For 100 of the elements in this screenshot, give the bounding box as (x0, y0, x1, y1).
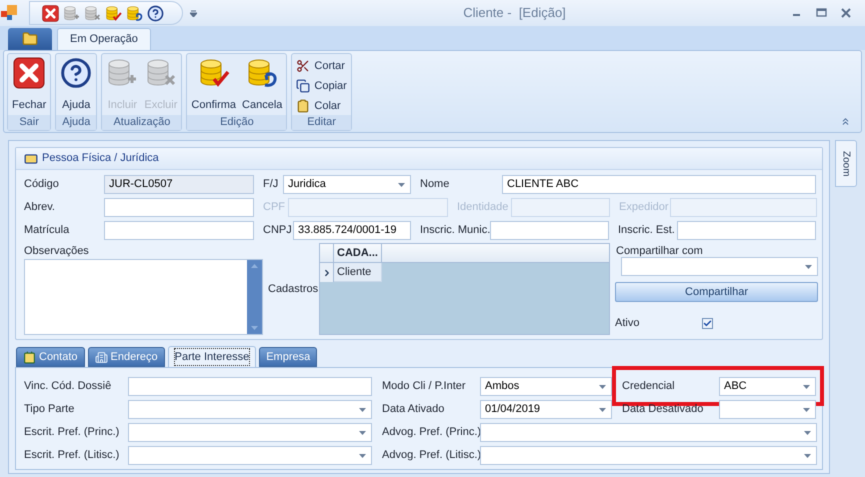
ribbon-button[interactable]: Colar (296, 97, 347, 115)
customize-toolbar-icon[interactable] (190, 10, 197, 16)
window-title: Cliente - [Edição] (463, 4, 566, 22)
ribbon-button[interactable]: Fechar (10, 57, 48, 115)
field-label: Inscric. Est. (618, 223, 675, 238)
input-field[interactable] (677, 221, 816, 240)
dropdown-caret-icon (359, 408, 366, 412)
checkbox[interactable] (702, 318, 713, 329)
dropdown-field[interactable] (719, 400, 816, 419)
input-field[interactable] (104, 198, 254, 217)
input-field[interactable]: CLIENTE ABC (502, 175, 816, 194)
field-label: Inscric. Munic. (420, 223, 490, 238)
database-check-icon[interactable] (105, 4, 122, 22)
field-label: F/J (263, 177, 278, 192)
dropdown-caret-icon (803, 384, 810, 388)
close-icon (13, 57, 46, 89)
input-field[interactable]: 33.885.724/0001-19 (293, 221, 411, 240)
column-header[interactable]: CADA... (334, 244, 382, 262)
group-title: Pessoa Física / Jurídica (42, 151, 159, 166)
field-label: Abrev. (24, 200, 55, 216)
dropdown-field[interactable] (480, 423, 817, 442)
ribbon-group-label: Editar (307, 115, 336, 130)
dropdown-field[interactable]: Juridica (283, 175, 411, 194)
dropdown-caret-icon (804, 454, 811, 458)
dropdown-field[interactable]: 01/04/2019 (480, 400, 612, 419)
field-label: Data Desativado (622, 402, 704, 418)
field-label: Credencial (622, 379, 675, 394)
scrollbar[interactable] (247, 260, 262, 334)
field-label: Escrit. Pref. (Litisc.) (24, 448, 120, 464)
field-label: Modo Cli / P.Inter (382, 379, 466, 394)
field-label: Data Ativado (382, 402, 444, 418)
dropdown-field[interactable] (128, 400, 372, 419)
dropdown-caret-icon (803, 408, 810, 412)
ribbon-group-label: Atualização (113, 115, 170, 130)
side-tab[interactable]: Zoom (835, 140, 857, 187)
database-x-icon[interactable] (84, 4, 101, 22)
field-label: CPF (263, 200, 285, 216)
field-label: Observações (24, 244, 89, 259)
dropdown-caret-icon (599, 408, 606, 412)
database-check-icon (198, 57, 230, 89)
input-field[interactable] (104, 221, 254, 240)
copy-icon (296, 79, 310, 93)
collapse-ribbon-icon[interactable] (840, 116, 851, 127)
dropdown-field[interactable]: Ambos (480, 377, 612, 396)
dropdown-field[interactable] (128, 446, 372, 465)
maximize-icon[interactable] (816, 8, 827, 18)
database-undo-icon (246, 57, 278, 89)
ribbon-group-label: Edição (220, 115, 254, 130)
field-label: Nome (420, 177, 450, 192)
close-icon[interactable] (841, 8, 851, 18)
field-label: Escrit. Pref. (Princ.) (24, 425, 120, 440)
application-menu-button[interactable] (8, 28, 52, 50)
dropdown-field[interactable]: ABC (719, 377, 816, 396)
input-field[interactable] (128, 377, 372, 396)
ribbon-group-label: Sair (19, 115, 39, 130)
field-label: Código (24, 177, 59, 192)
dropdown-field[interactable] (480, 446, 817, 465)
database-undo-icon[interactable] (126, 4, 143, 22)
tab[interactable]: Empresa (259, 347, 318, 367)
clipboard-icon (296, 99, 310, 113)
input-field[interactable] (490, 221, 609, 240)
scissors-icon (296, 59, 310, 73)
tab[interactable]: Endereço (88, 347, 165, 367)
dropdown-field[interactable] (128, 423, 372, 442)
close-icon[interactable] (42, 4, 59, 22)
ribbon-button[interactable]: Cancela (240, 57, 284, 115)
field-label: Advog. Pref. (Princ.) (382, 425, 482, 440)
field-label: Tipo Parte (24, 402, 74, 418)
field-label: Cadastros (268, 282, 318, 297)
dropdown-caret-icon (599, 384, 606, 388)
dropdown-caret-icon (359, 430, 366, 434)
dropdown-caret-icon (398, 182, 405, 186)
ribbon-button[interactable]: Confirma (189, 57, 238, 115)
notes-field[interactable] (24, 259, 263, 335)
database-plus-icon[interactable] (63, 4, 80, 22)
field-label: Identidade (457, 200, 508, 216)
dropdown-caret-icon (359, 454, 366, 458)
field-label: Compartilhar com (616, 244, 703, 257)
ribbon-button[interactable]: Copiar (296, 77, 347, 95)
help-icon[interactable] (147, 4, 164, 22)
ribbon-button[interactable]: Ajuda (58, 57, 94, 115)
field-label: Expedidor (619, 200, 669, 216)
building-icon (94, 350, 108, 364)
tab[interactable]: Contato (16, 347, 85, 367)
dropdown-caret-icon (805, 264, 812, 268)
field-label: Advog. Pref. (Litisc.) (382, 448, 482, 464)
field-label: Vinc. Cód. Dossiê (24, 379, 112, 394)
tab[interactable]: Parte Interesse (168, 346, 256, 367)
share-button[interactable]: Compartilhar (615, 282, 818, 302)
input-field[interactable]: JUR-CL0507 (104, 175, 254, 194)
table-cell[interactable]: Cliente (334, 263, 382, 282)
field-label: Matrícula (24, 223, 70, 238)
help-icon (60, 57, 92, 89)
ribbon-button[interactable]: Cortar (296, 57, 347, 75)
ribbon-group-label: Ajuda (62, 115, 90, 130)
field-label: Ativo (615, 316, 640, 331)
ribbon-tab[interactable]: Em Operação (57, 28, 151, 50)
dropdown-field[interactable] (621, 257, 818, 276)
folder-icon (22, 31, 38, 47)
dropdown-caret-icon (804, 430, 811, 434)
